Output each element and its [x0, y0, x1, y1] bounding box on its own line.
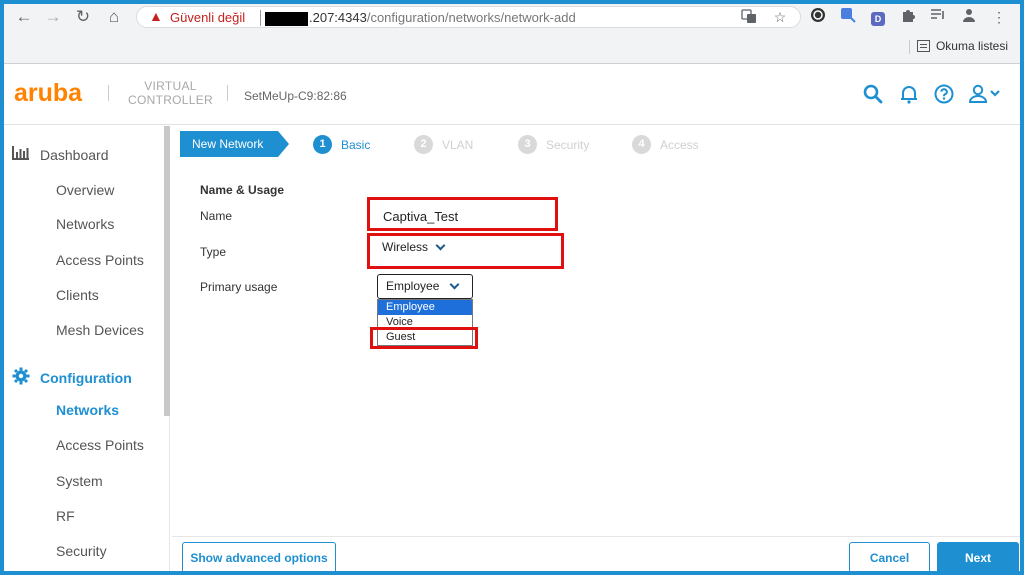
header-separator-2: [227, 85, 228, 101]
sidebar-item-clients[interactable]: Clients: [56, 287, 99, 303]
bell-icon[interactable]: [898, 83, 922, 107]
step-security[interactable]: 3 Security: [518, 135, 589, 154]
type-select[interactable]: Wireless: [382, 240, 446, 254]
app-header: aruba VIRTUAL CONTROLLER SetMeUp-C9:82:8…: [4, 65, 1020, 125]
sidebar-item-networks[interactable]: Networks: [56, 402, 119, 418]
wizard-tab-new-network[interactable]: New Network: [180, 131, 289, 157]
help-icon[interactable]: [933, 83, 957, 107]
sidebar-section-label: Configuration: [40, 369, 132, 386]
reading-list-label: Okuma listesi: [935, 39, 1008, 53]
sidebar-item-system[interactable]: System: [56, 473, 103, 489]
sidebar-item-networks-dashboard[interactable]: Networks: [56, 216, 114, 232]
translate-icon[interactable]: [739, 8, 759, 28]
type-label: Type: [200, 245, 227, 259]
browser-toolbar: ← → ↻ ⌂ ▲ Güvenli değil .207:4343/config…: [4, 4, 1020, 64]
chart-bars-icon: [12, 146, 30, 163]
profile-icon[interactable]: [959, 7, 979, 27]
reading-list-icon: [916, 40, 930, 52]
chevron-down-icon: [435, 240, 446, 250]
address-separator: [260, 10, 261, 26]
step-label: VLAN: [442, 137, 474, 152]
show-advanced-options-button[interactable]: Show advanced options: [182, 542, 336, 571]
extension-clock-icon[interactable]: [808, 7, 828, 27]
bookmarks-divider: [909, 40, 910, 54]
footer-divider: [172, 536, 1020, 537]
product-name: VIRTUAL CONTROLLER: [128, 79, 213, 107]
step-number: 2: [414, 135, 433, 154]
next-button[interactable]: Next: [937, 542, 1019, 571]
gear-icon: [12, 367, 30, 388]
step-label: Basic: [341, 137, 371, 152]
device-name: SetMeUp-C9:82:86: [244, 89, 347, 103]
extension-arrow-icon[interactable]: [838, 7, 858, 27]
back-icon[interactable]: ←: [12, 6, 36, 28]
step-label: Access: [660, 137, 699, 152]
step-number: 4: [632, 135, 651, 154]
media-list-icon[interactable]: [928, 7, 948, 27]
redacted-address: [265, 12, 308, 26]
browser-window: ← → ↻ ⌂ ▲ Güvenli değil .207:4343/config…: [4, 4, 1020, 571]
sidebar-item-security[interactable]: Security: [56, 543, 107, 559]
search-icon[interactable]: [862, 83, 886, 107]
sidebar-item-access-points[interactable]: Access Points: [56, 437, 144, 453]
primary-usage-label: Primary usage: [200, 280, 278, 294]
name-label: Name: [200, 209, 233, 223]
url-text[interactable]: .207:4343/configuration/networks/network…: [309, 10, 576, 25]
url-host: .207:4343: [309, 10, 367, 25]
primary-usage-value: Employee: [386, 279, 440, 293]
sidebar: Dashboard Overview Networks Access Point…: [4, 126, 170, 571]
step-basic[interactable]: 1 Basic: [313, 135, 370, 154]
reload-icon[interactable]: ↻: [71, 6, 95, 28]
bookmark-star-icon[interactable]: ☆: [770, 7, 790, 27]
name-input[interactable]: [376, 204, 550, 228]
warning-icon: ▲: [149, 8, 163, 24]
chevron-down-icon: [449, 279, 460, 290]
sidebar-item-overview[interactable]: Overview: [56, 182, 114, 198]
reading-list-button[interactable]: Okuma listesi: [916, 39, 1008, 53]
section-title: Name & Usage: [200, 183, 285, 197]
sidebar-section-configuration[interactable]: Configuration: [12, 367, 132, 388]
home-icon[interactable]: ⌂: [102, 6, 126, 28]
user-menu-icon[interactable]: [968, 83, 1004, 107]
sidebar-section-dashboard[interactable]: Dashboard: [12, 146, 109, 163]
step-number: 3: [518, 135, 537, 154]
extension-d-label: D: [871, 12, 885, 26]
step-access[interactable]: 4 Access: [632, 135, 699, 154]
extensions-puzzle-icon[interactable]: [898, 7, 918, 27]
extension-d-icon[interactable]: D: [868, 7, 888, 27]
step-number: 1: [313, 135, 332, 154]
sidebar-item-access-points-dashboard[interactable]: Access Points: [56, 252, 144, 268]
step-label: Security: [546, 137, 590, 152]
browser-menu-icon[interactable]: ⋮: [989, 7, 1009, 27]
url-path: /configuration/networks/network-add: [366, 10, 576, 25]
sidebar-scrollbar[interactable]: [164, 126, 170, 416]
address-bar[interactable]: ▲ Güvenli değil .207:4343/configuration/…: [136, 6, 801, 28]
security-label[interactable]: Güvenli değil: [170, 10, 245, 25]
main-content: New Network 1 Basic 2 VLAN 3 Security 4 …: [172, 126, 1020, 571]
header-separator: [108, 85, 109, 101]
sidebar-section-label: Dashboard: [40, 146, 109, 163]
cancel-button[interactable]: Cancel: [849, 542, 930, 571]
primary-usage-select[interactable]: Employee: [377, 274, 473, 299]
type-value: Wireless: [382, 240, 429, 254]
highlight-guest: [370, 327, 478, 349]
sidebar-item-mesh-devices[interactable]: Mesh Devices: [56, 322, 144, 338]
sidebar-item-rf[interactable]: RF: [56, 508, 75, 524]
step-vlan[interactable]: 2 VLAN: [414, 135, 473, 154]
option-employee[interactable]: Employee: [378, 300, 472, 315]
aruba-logo[interactable]: aruba: [14, 79, 82, 108]
forward-icon[interactable]: →: [41, 6, 65, 28]
product-line1: VIRTUAL: [144, 79, 197, 93]
product-line2: CONTROLLER: [128, 93, 214, 107]
